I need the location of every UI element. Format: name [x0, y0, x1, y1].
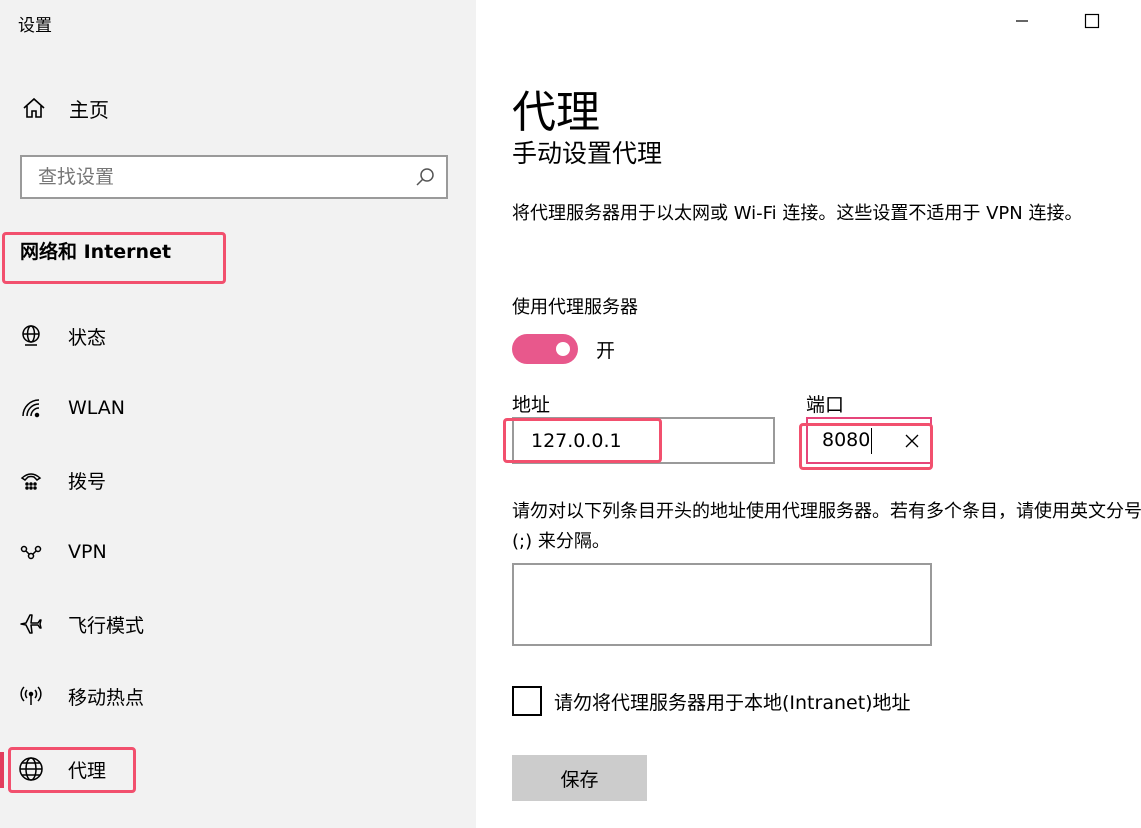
sidebar-item-airplane[interactable]: 飞行模式 — [14, 604, 454, 644]
toggle-state-label: 开 — [596, 340, 616, 362]
sidebar-item-vpn[interactable]: VPN — [14, 532, 454, 572]
save-button[interactable]: 保存 — [512, 755, 647, 801]
page-title: 代理 — [512, 87, 600, 138]
local-address-checkbox[interactable] — [512, 686, 542, 716]
maximize-icon — [1084, 13, 1100, 33]
airplane-icon — [14, 607, 48, 641]
status-globe-icon — [14, 319, 48, 353]
hotspot-icon — [14, 679, 48, 713]
sidebar-item-status[interactable]: 状态 — [14, 316, 454, 356]
sidebar-item-label: 移动热点 — [68, 686, 145, 709]
sidebar-item-label: 拨号 — [68, 470, 107, 493]
search-box[interactable] — [20, 155, 448, 199]
sidebar-item-wlan[interactable]: WLAN — [14, 388, 454, 428]
minimize-button[interactable] — [1007, 10, 1037, 36]
proxy-description: 将代理服务器用于以太网或 Wi-Fi 连接。这些设置不适用于 VPN 连接。 — [512, 203, 1083, 224]
sidebar-item-dialup[interactable]: 拨号 — [14, 460, 454, 500]
sidebar-item-label: 状态 — [68, 326, 107, 349]
use-proxy-label: 使用代理服务器 — [512, 297, 638, 318]
sidebar: 设置 主页 网络和 Internet — [0, 0, 476, 828]
minimize-icon — [1014, 13, 1030, 33]
sidebar-item-label: WLAN — [68, 397, 126, 419]
highlight-section-title — [2, 232, 226, 284]
local-address-option[interactable]: 请勿将代理服务器用于本地(Intranet)地址 — [512, 686, 911, 716]
dialup-phone-icon — [14, 463, 48, 497]
local-address-label: 请勿将代理服务器用于本地(Intranet)地址 — [554, 691, 911, 714]
app-title: 设置 — [18, 16, 52, 36]
toggle-knob — [556, 342, 570, 356]
maximize-button[interactable] — [1077, 10, 1107, 36]
home-icon — [20, 94, 48, 122]
use-proxy-toggle[interactable] — [512, 334, 578, 364]
exceptions-description: 请勿对以下列条目开头的地址使用代理服务器。若有多个条目，请使用英文分号 (;) … — [512, 501, 1141, 552]
highlight-port — [799, 423, 933, 470]
section-subtitle: 手动设置代理 — [512, 139, 663, 168]
port-label: 端口 — [806, 394, 845, 416]
sidebar-item-label: 飞行模式 — [68, 614, 145, 637]
highlight-address — [503, 418, 662, 463]
sidebar-item-hotspot[interactable]: 移动热点 — [14, 676, 454, 716]
sidebar-item-label: VPN — [68, 541, 107, 563]
wifi-icon — [14, 391, 48, 425]
vpn-icon — [14, 535, 48, 569]
nav-home-label: 主页 — [69, 97, 109, 122]
highlight-proxy-item — [8, 747, 136, 793]
selected-indicator — [0, 752, 4, 788]
nav-home[interactable]: 主页 — [20, 90, 460, 126]
search-input[interactable] — [22, 157, 408, 197]
search-icon[interactable] — [414, 166, 436, 188]
exceptions-textarea[interactable] — [512, 563, 932, 646]
address-label: 地址 — [512, 394, 551, 416]
